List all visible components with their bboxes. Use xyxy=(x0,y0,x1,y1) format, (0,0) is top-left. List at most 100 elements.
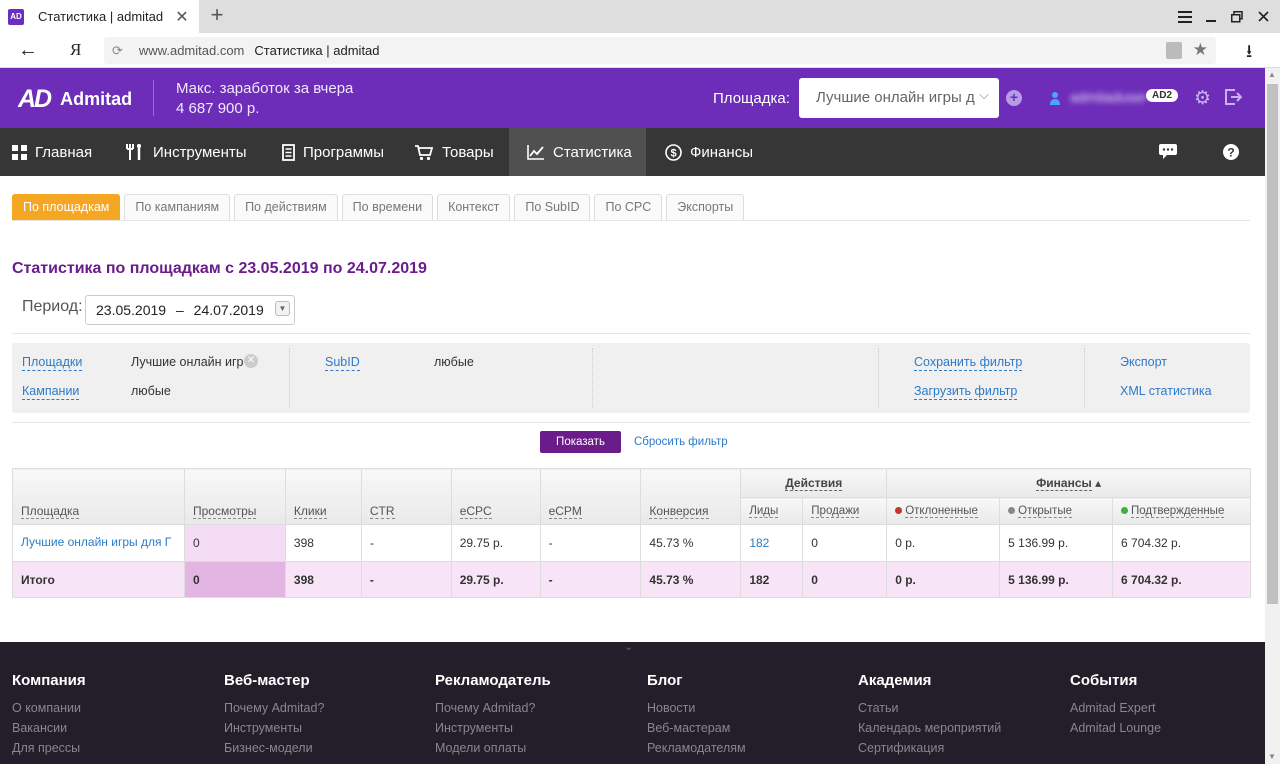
footer-link[interactable]: О компании xyxy=(12,701,86,715)
scroll-down-icon[interactable]: ▼ xyxy=(1268,752,1276,761)
footer-column-advertiser: Рекламодатель Почему Admitad? Инструмент… xyxy=(435,672,551,761)
gear-icon[interactable]: ⚙ xyxy=(1194,87,1211,110)
col-header-ecpc[interactable]: eCPC xyxy=(450,468,541,525)
restore-icon[interactable] xyxy=(1224,0,1250,33)
tab-by-actions[interactable]: По действиям xyxy=(234,194,338,220)
new-tab-button[interactable]: + xyxy=(206,4,228,28)
footer-link[interactable]: Статьи xyxy=(858,701,1001,715)
col-header-sales[interactable]: Продажи xyxy=(802,497,888,525)
cell-confirmed: 6 704.32 р. xyxy=(1112,524,1251,562)
cell-leads[interactable]: 182 xyxy=(740,524,804,562)
minimize-icon[interactable] xyxy=(1198,0,1224,33)
filter-campaigns-link[interactable]: Кампании xyxy=(22,384,80,400)
tab-by-time[interactable]: По времени xyxy=(341,194,434,220)
site-footer: ⌄ Компания О компании Вакансии Для пресс… xyxy=(0,640,1265,764)
admitad-logo[interactable]: AD Admitad xyxy=(18,85,132,114)
download-icon[interactable]: ⭳ xyxy=(1246,39,1252,69)
period-date-range-input[interactable]: 23.05.2019 – 24.07.2019 ▼ xyxy=(85,295,295,325)
account-badge[interactable]: AD2 xyxy=(1146,89,1179,102)
col-header-views[interactable]: Просмотры xyxy=(183,468,286,525)
footer-link[interactable]: Вакансии xyxy=(12,721,86,735)
show-button[interactable]: Показать xyxy=(540,431,621,453)
nav-item-tools[interactable]: Инструменты xyxy=(125,128,247,176)
help-icon[interactable]: ? xyxy=(1223,128,1239,176)
load-filter-link[interactable]: Загрузить фильтр xyxy=(914,384,1018,400)
chevron-down-icon[interactable]: ⌄ xyxy=(624,640,633,653)
footer-link[interactable]: Почему Admitad? xyxy=(224,701,324,715)
menu-icon[interactable] xyxy=(1172,0,1198,33)
col-header-conversion[interactable]: Конверсия xyxy=(640,468,742,525)
footer-link[interactable]: Admitad Lounge xyxy=(1070,721,1161,735)
footer-link[interactable]: Модели оплаты xyxy=(435,741,551,755)
close-tab-icon[interactable]: ✕ xyxy=(171,7,193,27)
username[interactable]: admitaduser xyxy=(1070,89,1147,105)
export-link[interactable]: Экспорт xyxy=(1120,355,1167,370)
page-title: Статистика по площадкам с 23.05.2019 по … xyxy=(12,260,427,277)
tab-by-platforms[interactable]: По площадкам xyxy=(12,194,121,220)
cell-platform[interactable]: Лучшие онлайн игры для ПК xyxy=(12,524,185,562)
leads-link[interactable]: 182 xyxy=(749,536,769,550)
yandex-button[interactable]: Я xyxy=(70,40,81,60)
lock-icon[interactable] xyxy=(1166,42,1182,59)
footer-link[interactable]: Новости xyxy=(647,701,746,715)
calendar-dropdown-icon[interactable]: ▼ xyxy=(275,301,290,316)
bookmark-star-icon[interactable]: ★ xyxy=(1193,40,1208,60)
scrollbar-thumb[interactable] xyxy=(1267,84,1278,604)
col-header-confirmed[interactable]: Подтвержденные xyxy=(1112,497,1251,525)
nav-item-products[interactable]: Товары xyxy=(414,128,494,176)
col-header-platform[interactable]: Площадка xyxy=(12,468,185,525)
col-header-leads[interactable]: Лиды xyxy=(740,497,804,525)
footer-link[interactable]: Почему Admitad? xyxy=(435,701,551,715)
tab-by-campaigns[interactable]: По кампаниям xyxy=(124,194,231,220)
max-earnings-value: 4 687 900 р. xyxy=(176,100,260,117)
reload-icon[interactable]: ⟳ xyxy=(112,43,123,59)
total-sales: 0 xyxy=(802,561,888,598)
footer-link[interactable]: Веб-мастерам xyxy=(647,721,746,735)
footer-link[interactable]: Инструменты xyxy=(435,721,551,735)
browser-tab[interactable]: AD Статистика | admitad ✕ xyxy=(0,0,199,33)
col-header-ecpm[interactable]: eCPM xyxy=(539,468,642,525)
site-header: AD Admitad Макс. заработок за вчера 4 68… xyxy=(0,68,1265,128)
footer-link[interactable]: Календарь мероприятий xyxy=(858,721,1001,735)
tab-context[interactable]: Контекст xyxy=(437,194,511,220)
footer-link[interactable]: Для прессы xyxy=(12,741,86,755)
filter-platforms-link[interactable]: Площадки xyxy=(22,355,83,371)
url-field[interactable]: ⟳ www.admitad.com Статистика | admitad ★ xyxy=(104,37,1216,64)
back-arrow-icon[interactable]: ← xyxy=(18,39,38,62)
clear-filter-icon[interactable]: ✕ xyxy=(244,354,258,368)
total-rejected: 0 р. xyxy=(886,561,1001,598)
add-platform-icon[interactable]: + xyxy=(1006,90,1022,106)
nav-item-finance[interactable]: $ Финансы xyxy=(665,128,753,176)
tab-by-cpc[interactable]: По CPC xyxy=(594,194,663,220)
cell-ctr: - xyxy=(360,524,452,562)
footer-link[interactable]: Admitad Expert xyxy=(1070,701,1161,715)
platform-select[interactable]: Лучшие онлайн игры д ⌵ xyxy=(799,78,999,118)
col-header-ctr[interactable]: CTR xyxy=(360,468,452,525)
filter-subid-link[interactable]: SubID xyxy=(325,355,360,371)
logout-icon[interactable] xyxy=(1224,88,1242,106)
footer-link[interactable]: Инструменты xyxy=(224,721,324,735)
footer-link[interactable]: Сертификация xyxy=(858,741,1001,755)
col-group-finance[interactable]: Финансы ▴ xyxy=(886,468,1251,498)
nav-item-home[interactable]: Главная xyxy=(12,128,92,176)
scroll-up-icon[interactable]: ▲ xyxy=(1268,70,1276,79)
tab-by-subid[interactable]: По SubID xyxy=(514,194,591,220)
total-clicks: 398 xyxy=(284,561,362,598)
nav-item-programs[interactable]: Программы xyxy=(282,128,384,176)
tab-exports[interactable]: Экспорты xyxy=(666,194,745,220)
nav-item-statistics[interactable]: Статистика xyxy=(509,128,646,176)
xml-statistics-link[interactable]: XML статистика xyxy=(1120,384,1212,399)
footer-link[interactable]: Бизнес-модели xyxy=(224,741,324,755)
col-header-open[interactable]: Открытые xyxy=(999,497,1114,525)
total-confirmed: 6 704.32 р. xyxy=(1112,561,1251,598)
save-filter-link[interactable]: Сохранить фильтр xyxy=(914,355,1023,371)
chat-icon[interactable] xyxy=(1159,128,1181,176)
col-header-clicks[interactable]: Клики xyxy=(284,468,362,525)
col-group-actions[interactable]: Действия xyxy=(740,468,888,498)
max-earnings-label: Макс. заработок за вчера xyxy=(176,80,354,97)
footer-link[interactable]: Рекламодателям xyxy=(647,741,746,755)
platform-link[interactable]: Лучшие онлайн игры для ПК xyxy=(21,535,171,549)
close-window-icon[interactable] xyxy=(1250,0,1276,33)
reset-filter-link[interactable]: Сбросить фильтр xyxy=(634,436,728,448)
col-header-rejected[interactable]: Отклоненные xyxy=(886,497,1001,525)
